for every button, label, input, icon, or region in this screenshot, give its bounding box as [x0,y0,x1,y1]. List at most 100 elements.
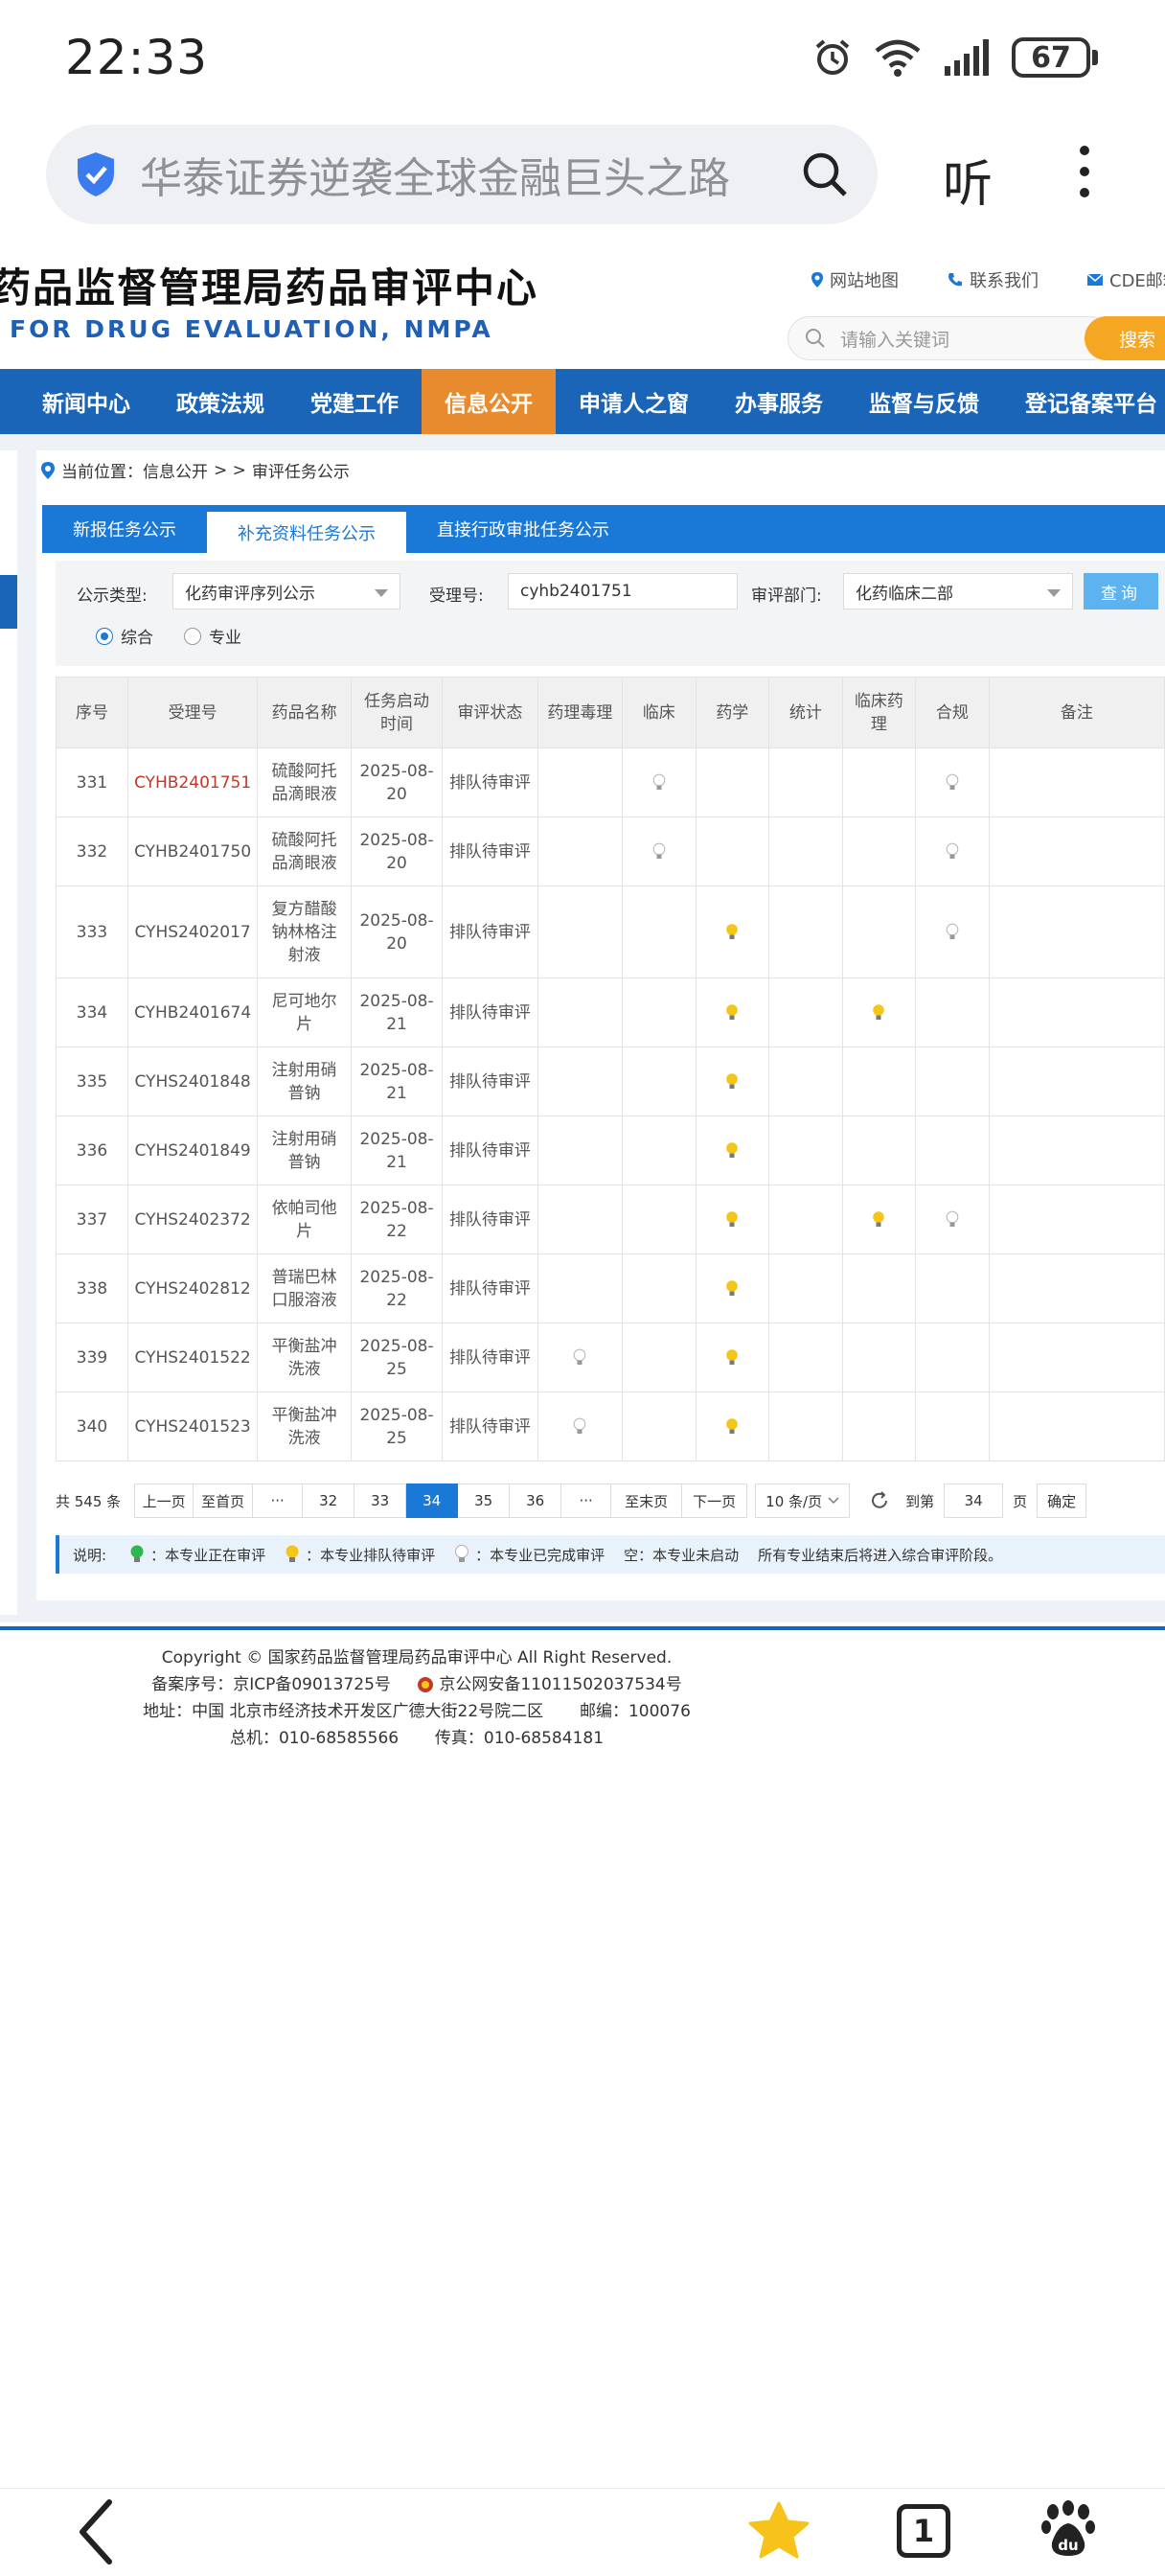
yellow-bulb-icon [726,923,739,939]
table-row[interactable]: 338 CYHS2402812 普瑞巴林口服溶液 2025-08-22 排队待审评 [55,1254,1165,1323]
tab-direct-approval-tasks[interactable]: 直接行政审批任务公示 [406,505,640,553]
cell-pharmacy [695,1322,770,1392]
table-header-col-status: 审评状态 [442,677,538,748]
footer-address: 地址：中国 北京市经济技术开发区广德大街22号院二区 [143,1702,544,1721]
cell-compliance [915,748,990,817]
contact-link[interactable]: 联系我们 [947,267,1039,292]
cell-accept-no[interactable]: CYHS2402812 [127,1254,259,1323]
location-pin-icon [811,272,823,288]
page-36-button[interactable]: 36 [510,1484,562,1518]
table-row[interactable]: 337 CYHS2402372 依帕司他片 2025-08-22 排队待审评 [55,1184,1165,1254]
cell-pharmtox [537,816,624,886]
cell-status: 排队待审评 [442,1046,538,1116]
browser-bar: 华泰证券逆袭全球金融巨头之路 听 [0,125,1165,230]
page-33-button[interactable]: 33 [354,1484,407,1518]
table-header-col-accept-no: 受理号 [127,677,259,748]
cell-accept-no[interactable]: CYHS2401849 [127,1116,259,1185]
cell-pharmacy [695,816,770,886]
goto-confirm-button[interactable]: 确定 [1037,1484,1087,1518]
accept-no-input[interactable]: cyhb2401751 [508,573,738,610]
baidu-paw-icon[interactable]: du [1040,2500,1096,2560]
table-row[interactable]: 332 CYHB2401750 硫酸阿托品滴眼液 2025-08-20 排队待审评 [55,816,1165,886]
dept-label: 审评部门: [751,586,822,606]
status-icons: 67 [812,37,1098,78]
page-32-button[interactable]: 32 [303,1484,355,1518]
more-menu-icon[interactable] [1073,146,1096,197]
cell-accept-no[interactable]: CYHS2401848 [127,1046,259,1116]
cell-clinical [622,816,697,886]
cell-no: 331 [55,748,129,817]
address-bar[interactable]: 华泰证券逆袭全球金融巨头之路 [46,125,878,224]
footer-icp[interactable]: 备案序号：京ICP备09013725号 [151,1675,391,1694]
pager-ellipsis[interactable]: ··· [561,1484,612,1518]
cde-mail-link[interactable]: CDE邮箱 [1086,267,1165,292]
cell-accept-no[interactable]: CYHB2401750 [127,816,259,886]
site-search-input[interactable]: 请输入关键词 [788,316,1113,360]
cell-clinpharm [841,1254,917,1323]
grey-bulb-icon [946,1210,959,1227]
cell-accept-no[interactable]: CYHB2401674 [127,978,259,1047]
cell-accept-no[interactable]: CYHS2402017 [127,886,259,978]
site-search-button[interactable]: 搜索 [1085,316,1165,360]
nav-item-news[interactable]: 新闻中心 [19,369,153,434]
table-row[interactable]: 335 CYHS2401848 注射用硝普钠 2025-08-21 排队待审评 [55,1046,1165,1116]
nav-item-party[interactable]: 党建工作 [287,369,422,434]
cell-compliance [915,1322,990,1392]
radio-professional[interactable]: 专业 [184,624,241,648]
goto-page-value: 34 [964,1492,983,1509]
sitemap-link[interactable]: 网站地图 [811,267,899,292]
address-text: 华泰证券逆袭全球金融巨头之路 [140,154,730,203]
nav-item-applicant[interactable]: 申请人之窗 [556,369,712,434]
query-button[interactable]: 查询 [1084,573,1158,610]
nav-item-policy[interactable]: 政策法规 [153,369,287,434]
cell-accept-no[interactable]: CYHS2401522 [127,1322,259,1392]
star-icon[interactable] [747,2500,811,2562]
table-row[interactable]: 339 CYHS2401522 平衡盐冲洗液 2025-08-25 排队待审评 [55,1322,1165,1392]
cell-compliance [915,1392,990,1461]
cell-pharmacy [695,748,770,817]
table-row[interactable]: 334 CYHB2401674 尼可地尔片 2025-08-21 排队待审评 [55,978,1165,1047]
page-35-button[interactable]: 35 [458,1484,511,1518]
tab-supplement-tasks[interactable]: 补充资料任务公示 [207,509,406,553]
type-select[interactable]: 化药审评序列公示 [172,573,400,610]
page-34-button[interactable]: 34 [406,1484,459,1518]
first-page-button[interactable]: 至首页 [194,1484,254,1518]
tab-new-tasks[interactable]: 新报任务公示 [42,505,207,553]
prev-page-button[interactable]: 上一页 [134,1484,194,1518]
nav-item-services[interactable]: 办事服务 [712,369,846,434]
goto-page-input[interactable]: 34 [944,1484,1004,1518]
refresh-icon[interactable] [869,1490,890,1511]
breadcrumb-prefix[interactable]: 当前位置：信息公开 [61,458,208,482]
cell-accept-no[interactable]: CYHS2401523 [127,1392,259,1461]
table-row[interactable]: 333 CYHS2402017 复方醋酸钠林格注射液 2025-08-20 排队待审评 [55,886,1165,978]
cell-status: 排队待审评 [442,1116,538,1185]
page-size-select[interactable]: 10 条/页 [755,1484,851,1518]
table-row[interactable]: 336 CYHS2401849 注射用硝普钠 2025-08-21 排队待审评 [55,1116,1165,1185]
cell-pharmacy [695,1254,770,1323]
footer-police[interactable]: 京公网安备11011502037534号 [439,1675,681,1694]
cell-drug-name: 注射用硝普钠 [257,1116,353,1185]
green-bulb-icon [130,1545,144,1562]
radio-comprehensive[interactable]: 综合 [96,624,153,648]
table-row[interactable]: 331 CYHB2401751 硫酸阿托品滴眼液 2025-08-20 排队待审评 [55,748,1165,817]
last-page-button[interactable]: 至末页 [611,1484,683,1518]
nav-item-feedback[interactable]: 监督与反馈 [846,369,1002,434]
footer-divider [0,1626,1165,1630]
search-icon[interactable] [801,150,849,198]
table-row[interactable]: 340 CYHS2401523 平衡盐冲洗液 2025-08-25 排队待审评 [55,1392,1165,1461]
tabs-count-button[interactable]: 1 [897,2504,950,2558]
yellow-bulb-icon [726,1072,739,1089]
cell-status: 排队待审评 [442,816,538,886]
cell-accept-no[interactable]: CYHS2402372 [127,1184,259,1254]
dept-select[interactable]: 化药临床二部 [843,573,1073,610]
nav-item-registration[interactable]: 登记备案平台 [1002,369,1165,434]
back-arrow-icon[interactable] [75,2498,117,2565]
listen-button[interactable]: 听 [943,144,993,216]
chevron-down-icon [1047,589,1061,597]
cell-no: 332 [55,816,129,886]
pager-ellipsis[interactable]: ··· [253,1484,304,1518]
cell-accept-no[interactable]: CYHB2401751 [127,748,259,817]
grey-bulb-icon [652,842,666,859]
next-page-button[interactable]: 下一页 [682,1484,748,1518]
nav-item-disclosure[interactable]: 信息公开 [422,369,556,434]
